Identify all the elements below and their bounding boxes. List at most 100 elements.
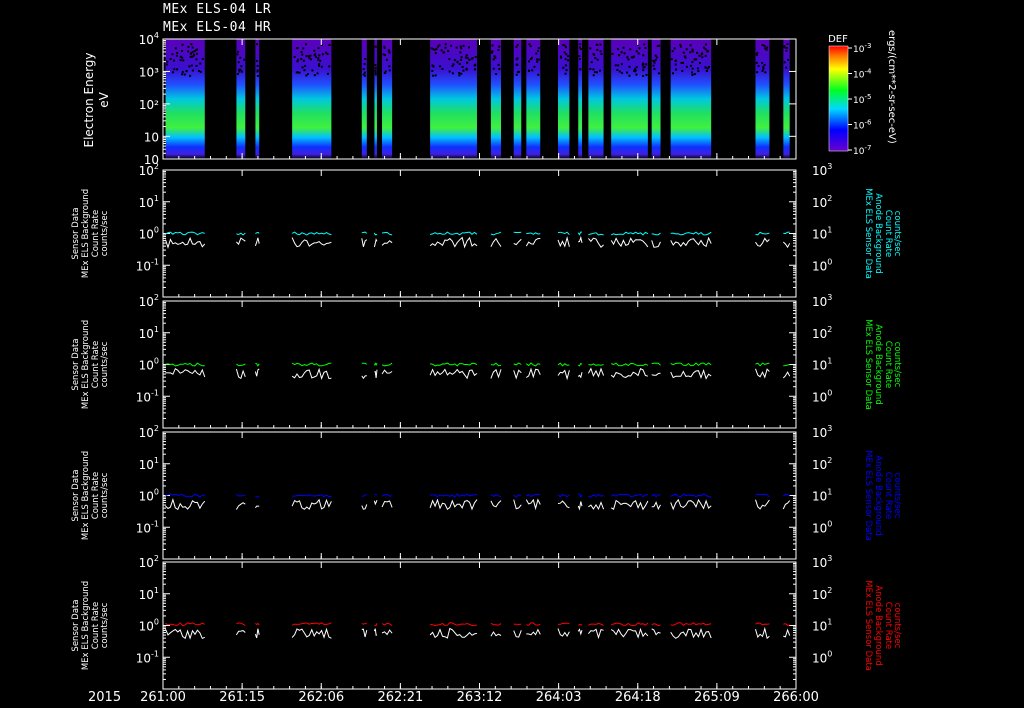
p4-right-label-2: Count Rate	[883, 602, 893, 649]
p3-left-label-3: counts/sec	[100, 472, 110, 518]
xtick-label-0: 261:00	[140, 690, 186, 705]
xtick-label-3: 262:21	[378, 690, 424, 705]
colorbar-tick-label-2: 10-5	[853, 93, 871, 106]
series-1-segment-2	[254, 237, 260, 246]
xtick-label-4: 263:12	[457, 690, 503, 705]
series-6-segment-13	[588, 622, 604, 626]
series-0-segment-3	[291, 231, 332, 236]
p3-left-tick-label-3: 10-1	[136, 519, 159, 535]
series-3-segment-11	[557, 369, 570, 381]
series-7-segment-16	[670, 627, 712, 639]
series-5-segment-8	[490, 500, 502, 508]
series-0-segment-1	[236, 232, 246, 236]
series-7-segment-13	[588, 628, 604, 640]
p2-left-label-3: counts/sec	[100, 341, 110, 387]
series-1-segment-1	[236, 237, 246, 246]
spectrogram-block-10	[526, 39, 541, 159]
spectrogram-block-0	[165, 39, 205, 159]
series-5-segment-12	[577, 501, 583, 511]
series-6-segment-15	[651, 623, 661, 627]
p2-right-label-3: counts/sec	[892, 342, 902, 388]
series-7-segment-4	[361, 628, 368, 638]
series-0-segment-16	[670, 231, 712, 236]
series-1-segment-0	[165, 236, 206, 249]
series-4-segment-9	[513, 494, 522, 498]
series-1-segment-5	[373, 238, 378, 248]
series-2-segment-4	[361, 362, 368, 365]
series-0-segment-6	[381, 231, 393, 236]
count-rate-panels: 10210110010-1103102101100Sensor Data MEx …	[71, 162, 902, 690]
p1-left-tick-label-3: 10-1	[136, 257, 159, 273]
series-3-segment-16	[670, 368, 712, 380]
series-4-segment-4	[361, 493, 368, 497]
series-trace-6	[165, 622, 790, 627]
spectrogram-block-9	[513, 39, 522, 159]
series-7-segment-18	[783, 628, 791, 638]
p3-right-tick-label-3: 100	[812, 519, 832, 535]
series-2-segment-0	[165, 362, 205, 367]
series-3-segment-5	[374, 369, 378, 379]
series-5-segment-10	[525, 498, 541, 511]
series-0-segment-2	[255, 231, 260, 235]
p1-left-tick-label-1: 101	[139, 194, 159, 210]
series-trace-0	[165, 231, 790, 236]
series-3-segment-15	[651, 372, 661, 376]
series-1-segment-16	[670, 236, 712, 248]
colorbar-label: DEF	[828, 34, 848, 45]
series-3-segment-12	[577, 372, 583, 379]
colorbar-tick-label-4: 10-7	[853, 144, 871, 157]
p4-right-tick-label-2: 101	[812, 618, 832, 634]
p2-right-tick-label-0: 103	[812, 293, 832, 309]
p4-left-tick-label-2: 100	[139, 618, 159, 634]
spectrogram-block-2	[255, 39, 260, 159]
series-7-segment-17	[755, 626, 770, 640]
series-trace-1	[165, 235, 791, 249]
series-2-segment-8	[490, 362, 502, 367]
p2-right-label-1: Anode Background	[873, 324, 883, 404]
p1-right-tick-label-0: 103	[812, 162, 832, 178]
series-1-segment-13	[588, 237, 604, 248]
p4-left-label-1: MEx ELS Background	[81, 581, 91, 670]
colorbar-tick-label-1: 10-4	[853, 68, 872, 81]
p4-left-tick-label-3: 10-1	[136, 649, 159, 665]
spectrogram-block-5	[374, 39, 377, 159]
series-1-segment-11	[557, 235, 570, 248]
series-3-segment-9	[513, 369, 522, 380]
series-5-segment-11	[557, 500, 570, 509]
series-5-segment-18	[782, 500, 791, 510]
p3-left-tick-label-0: 102	[139, 424, 159, 440]
series-6-segment-8	[490, 622, 502, 626]
series-4-segment-7	[429, 493, 478, 498]
series-4-segment-15	[651, 493, 661, 498]
count-panel-4: 10210110010-1103102101100Sensor Data MEx …	[71, 554, 902, 690]
p3-right-tick-label-0: 103	[812, 424, 832, 440]
series-7-segment-14	[610, 627, 649, 639]
series-7-segment-1	[235, 630, 246, 636]
series-3-segment-7	[429, 368, 478, 380]
series-3-segment-6	[381, 369, 393, 375]
series-3-segment-18	[782, 371, 791, 379]
series-trace-2	[165, 362, 790, 367]
series-6-segment-6	[381, 622, 393, 626]
series-0-segment-0	[165, 231, 205, 236]
p1-right-label-0: MEx ELS Sensor Data	[863, 188, 873, 279]
series-2-segment-15	[651, 362, 661, 366]
p4-right-label-1: Anode Background	[873, 585, 883, 665]
p3-right-label-2: Count Rate	[883, 472, 893, 519]
series-6-segment-11	[557, 622, 570, 625]
series-3-segment-4	[361, 375, 367, 380]
series-4-segment-16	[670, 493, 712, 498]
year-label: 2015	[88, 690, 121, 705]
series-3-segment-17	[755, 368, 770, 379]
p2-left-tick-label-1: 101	[139, 325, 159, 341]
p3-right-label-1: Anode Background	[873, 455, 883, 535]
series-2-segment-1	[236, 363, 246, 367]
spectrogram-panel: 10410³10²1010Electron Energy eV	[82, 31, 797, 167]
p3-left-tick-label-1: 101	[139, 456, 159, 472]
count-panel-frame-2	[162, 300, 797, 429]
spec-ytick-label-1: 10³	[139, 65, 159, 79]
xtick-label-1: 261:15	[219, 690, 265, 705]
p1-right-tick-label-2: 101	[812, 226, 832, 242]
spectrogram-block-7	[430, 39, 477, 159]
spectrogram-block-17	[755, 39, 770, 159]
